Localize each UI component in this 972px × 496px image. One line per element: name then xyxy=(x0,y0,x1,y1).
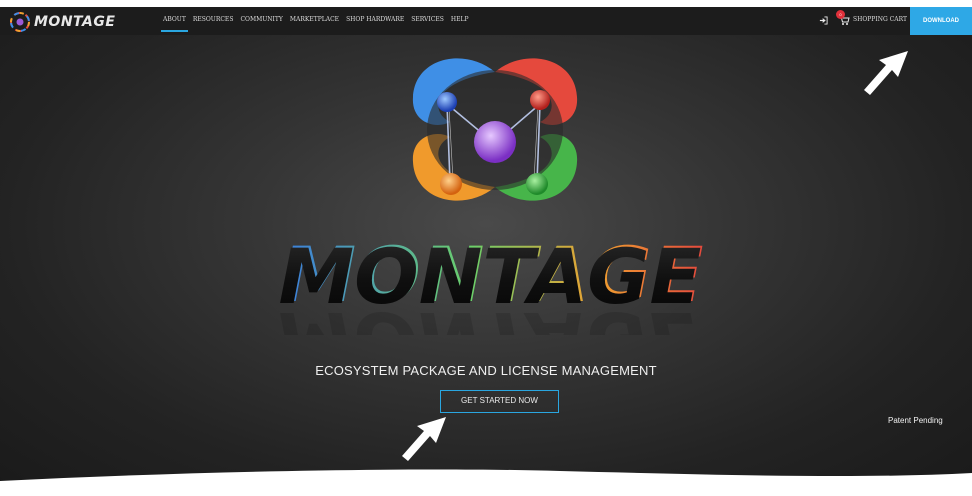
montage-orb-icon xyxy=(10,12,30,32)
nav-item-help[interactable]: HELP xyxy=(451,16,469,27)
download-button[interactable]: DOWNLOAD xyxy=(910,7,972,35)
cart-label: SHOPPING CART xyxy=(853,15,907,23)
brand-logo[interactable]: MONTAGE xyxy=(10,11,115,33)
bottom-wave xyxy=(0,469,972,489)
nav-item-community[interactable]: COMMUNITY xyxy=(240,16,282,27)
pointer-arrow-icon xyxy=(402,417,446,461)
cart-icon: 0 xyxy=(836,10,850,25)
montage-hero-logo xyxy=(412,58,578,201)
nav-item-about[interactable]: ABOUT xyxy=(161,16,188,32)
nav-links: ABOUT RESOURCES COMMUNITY MARKETPLACE SH… xyxy=(161,16,469,32)
cart-count-badge: 0 xyxy=(836,10,845,19)
hero-tagline: ECOSYSTEM PACKAGE AND LICENSE MANAGEMENT xyxy=(315,363,657,378)
pointer-arrow-icon xyxy=(864,51,908,95)
nav-item-resources[interactable]: RESOURCES xyxy=(193,16,234,27)
shopping-cart-link[interactable]: 0 SHOPPING CART xyxy=(836,10,907,25)
nav-item-shop-hardware[interactable]: SHOP HARDWARE xyxy=(346,16,404,27)
app-window: MONTAGE ABOUT RESOURCES COMMUNITY MARKET… xyxy=(0,7,972,489)
brand-name: MONTAGE xyxy=(34,14,116,30)
sign-in-icon[interactable] xyxy=(819,16,828,25)
top-nav: MONTAGE ABOUT RESOURCES COMMUNITY MARKET… xyxy=(0,7,972,35)
montage-wordmark: MONTAGE MONTAGE MONTAGE xyxy=(279,230,704,335)
patent-pending-label: Patent Pending xyxy=(888,416,943,425)
nav-item-services[interactable]: SERVICES xyxy=(411,16,444,27)
svg-text:MONTAGE: MONTAGE xyxy=(279,295,702,335)
get-started-button[interactable]: GET STARTED NOW xyxy=(440,390,559,413)
nav-item-marketplace[interactable]: MARKETPLACE xyxy=(290,16,339,27)
